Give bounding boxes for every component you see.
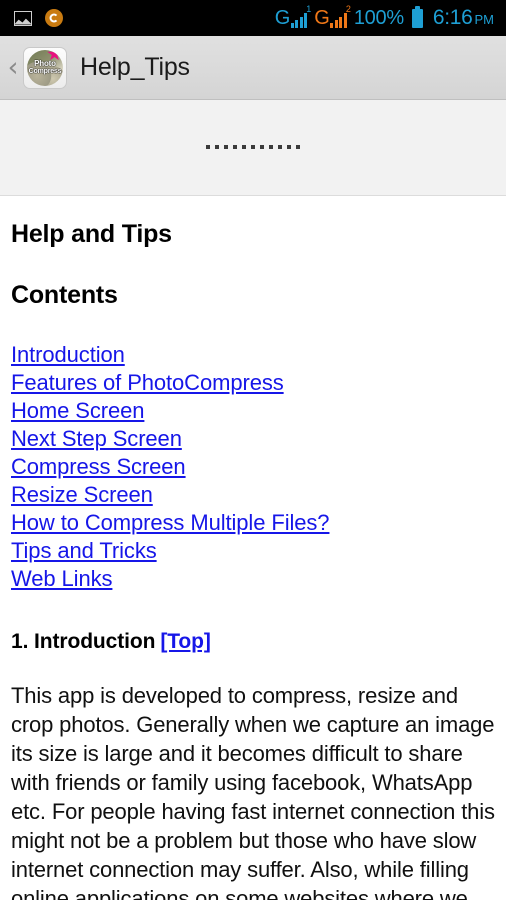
sim1-number-label: 1	[306, 4, 312, 14]
toc-link-compress-multiple-files[interactable]: How to Compress Multiple Files?	[11, 509, 495, 537]
loading-dot	[242, 144, 246, 149]
sim2-network-label: G	[314, 7, 330, 29]
sim1-signal-bars	[290, 13, 308, 28]
sim1-network-label: G	[274, 7, 291, 29]
contents-heading: Contents	[11, 281, 118, 309]
loading-dot	[224, 144, 228, 149]
app-icon-image: Photo Compress	[27, 49, 63, 86]
sim1-signal-indicator: G 1	[274, 4, 312, 29]
action-bar: ‹ Photo Compress Help_Tips	[0, 36, 506, 100]
status-bar-right-indicators: G 1 G 2 100% 6:16 PM	[274, 4, 498, 30]
top-link[interactable]: [Top]	[160, 630, 211, 653]
loading-dot	[269, 144, 273, 149]
page-title: Help_Tips	[80, 53, 190, 81]
gallery-icon	[14, 10, 32, 26]
section-paragraph: This app is developed to compress, resiz…	[11, 683, 495, 900]
section-heading-introduction: 1. Introduction [Top]	[11, 630, 495, 654]
battery-icon	[411, 5, 423, 28]
loading-dots	[206, 144, 300, 151]
document-title: Help and Tips	[11, 220, 172, 248]
app-icon-label: Photo Compress	[29, 60, 62, 75]
sim2-signal-bars	[330, 13, 347, 28]
clock-time: 6:16	[432, 5, 473, 29]
status-bar: G 1 G 2 100% 6:16 PM	[0, 0, 506, 36]
back-chevron-icon[interactable]: ‹	[4, 54, 22, 81]
loading-dot	[215, 144, 219, 149]
toc-link-next-step-screen[interactable]: Next Step Screen	[11, 425, 495, 453]
toc-link-resize-screen[interactable]: Resize Screen	[11, 481, 495, 509]
table-of-contents: Introduction Features of PhotoCompress H…	[11, 341, 495, 593]
sim2-number-label: 2	[345, 4, 351, 14]
toc-link-tips-and-tricks[interactable]: Tips and Tricks	[11, 537, 495, 565]
toc-link-home-screen[interactable]: Home Screen	[11, 397, 495, 425]
clock-ampm: PM	[474, 11, 495, 27]
loading-dot	[278, 144, 282, 149]
section-heading-text: 1. Introduction	[11, 630, 156, 653]
toc-link-introduction[interactable]: Introduction	[11, 341, 495, 369]
toc-link-compress-screen[interactable]: Compress Screen	[11, 453, 495, 481]
loading-dot	[233, 144, 237, 149]
status-bar-left-icons	[14, 9, 63, 27]
battery-percentage: 100%	[353, 7, 404, 29]
document-content: Help and Tips Contents Introduction Feat…	[0, 196, 506, 900]
clock: 6:16 PM	[433, 7, 494, 30]
loading-dot	[287, 144, 291, 149]
loading-dot	[296, 144, 300, 149]
loading-dot	[260, 144, 264, 149]
sync-icon	[45, 9, 63, 27]
toc-link-web-links[interactable]: Web Links	[11, 565, 495, 593]
loading-band	[0, 100, 506, 196]
app-icon-label-line2: Compress	[28, 67, 62, 75]
loading-dot	[251, 144, 255, 149]
toc-link-features[interactable]: Features of PhotoCompress	[11, 369, 495, 397]
app-icon[interactable]: Photo Compress	[23, 46, 67, 89]
loading-dot	[206, 144, 210, 149]
app-icon-label-line1: Photo	[34, 59, 56, 68]
sim2-signal-indicator: G 2	[314, 5, 351, 29]
